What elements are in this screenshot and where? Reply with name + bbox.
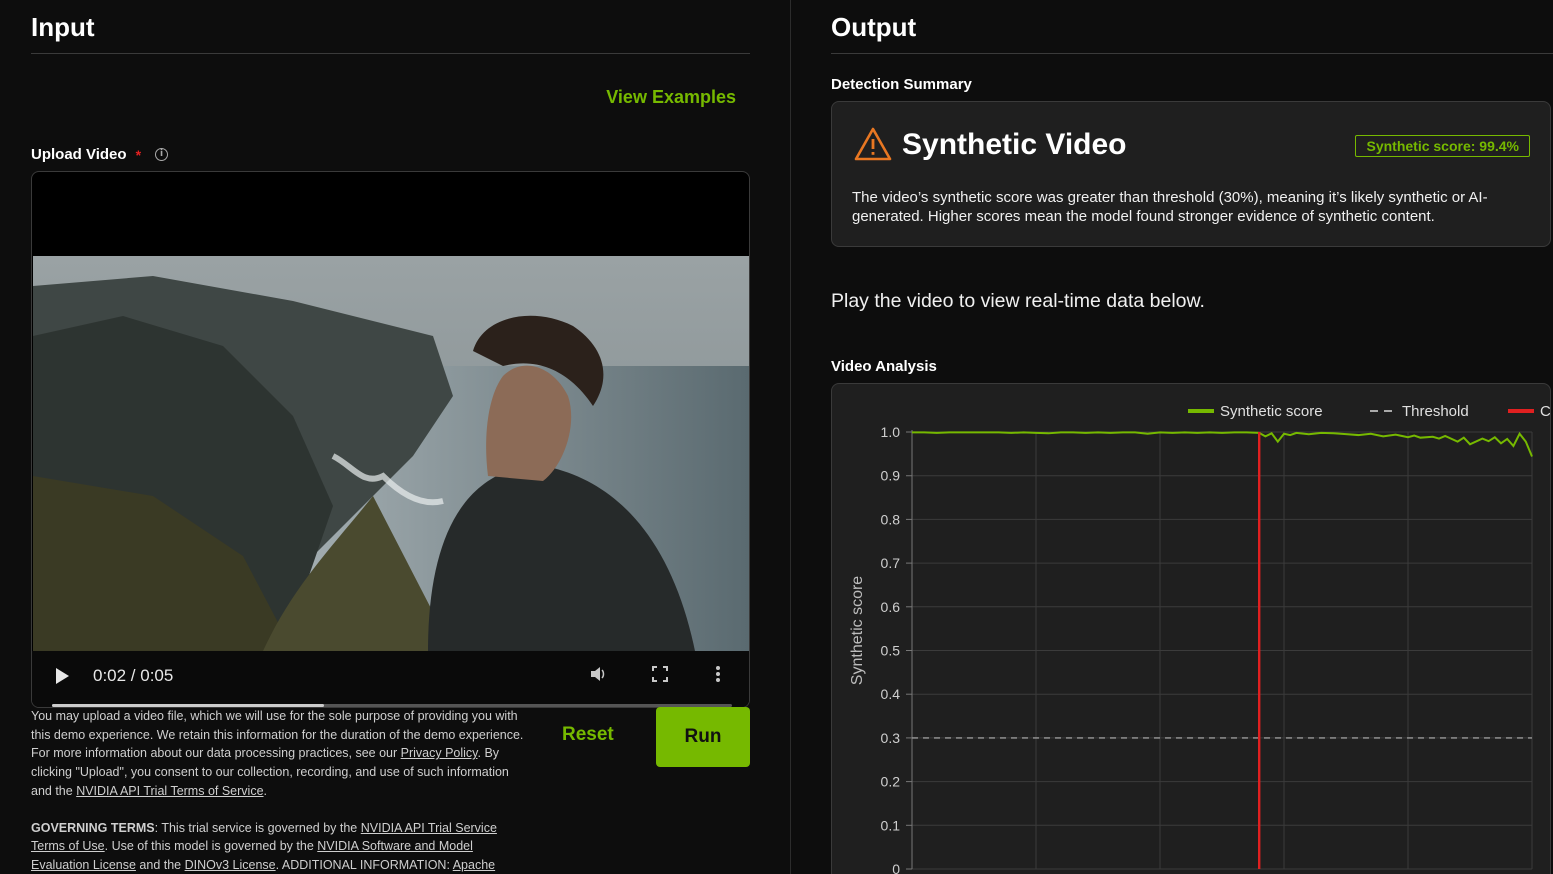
y-tick-label: 0.3 [881, 730, 901, 746]
required-mark: * [135, 146, 142, 163]
disclaimer-text: . ADDITIONAL INFORMATION: [275, 857, 453, 872]
y-tick-label: 0 [892, 861, 900, 874]
apache-link[interactable]: Apache [453, 858, 495, 872]
trial-terms-of-service-link[interactable]: NVIDIA API Trial Terms of Service [76, 784, 263, 798]
reset-button[interactable]: Reset [562, 724, 614, 746]
y-tick-label: 1.0 [881, 424, 901, 440]
upload-video-label-text: Upload Video [31, 146, 127, 163]
video-time: 0:02 / 0:05 [93, 666, 174, 685]
video-player[interactable]: 0:02 / 0:05 [31, 171, 750, 708]
y-tick-label: 0.5 [881, 643, 901, 659]
disclaimer: You may upload a video file, which we wi… [31, 707, 531, 874]
video-frame[interactable] [33, 256, 749, 651]
disclaimer-paragraph-1: You may upload a video file, which we wi… [31, 707, 531, 801]
view-examples-button[interactable]: View Examples [606, 87, 736, 108]
video-controls: 0:02 / 0:05 [32, 651, 749, 707]
volume-icon[interactable] [589, 665, 609, 688]
disclaimer-text: : This trial service is governed by the [154, 820, 361, 835]
panel-divider [790, 0, 791, 874]
synthetic-score-line [912, 431, 1533, 457]
governing-terms-label: GOVERNING TERMS [31, 820, 155, 835]
disclaimer-paragraph-2: GOVERNING TERMS: This trial service is g… [31, 819, 531, 874]
disclaimer-text: and the [135, 857, 185, 872]
y-tick-label: 0.8 [881, 511, 901, 527]
detection-summary-card: Synthetic Video Synthetic score: 99.4% T… [831, 101, 1551, 247]
y-axis-label: Synthetic score [849, 576, 866, 685]
video-analysis-label: Video Analysis [831, 358, 937, 375]
video-analysis-chart: 1.0 0.9 0.8 0.7 0.6 0.5 0.4 0.3 0.2 0.1 0 Synthetic… [849, 403, 1551, 874]
output-title-rule [831, 53, 1553, 54]
dinov3-license-link[interactable]: DINOv3 License [185, 858, 276, 872]
app-root: Input View Examples Upload Video * i 0:0… [0, 0, 1553, 874]
play-icon[interactable] [56, 668, 69, 684]
disclaimer-text: . [263, 783, 268, 798]
synthetic-score-badge: Synthetic score: 99.4% [1355, 135, 1530, 157]
legend-label: Current Time [1540, 403, 1551, 420]
info-icon[interactable]: i [155, 148, 169, 161]
fullscreen-icon[interactable] [651, 665, 669, 688]
detection-summary-label: Detection Summary [831, 76, 972, 93]
legend-label: Synthetic score [1220, 403, 1323, 420]
y-tick-label: 0.7 [881, 555, 901, 571]
y-tick-label: 0.1 [881, 817, 901, 833]
result-title: Synthetic Video [902, 128, 1127, 161]
input-panel: Input View Examples Upload Video * i 0:0… [31, 0, 750, 874]
y-tick-label: 0.4 [881, 686, 901, 702]
warning-triangle-icon [854, 127, 892, 161]
video-analysis-chart-card: 1.0 0.9 0.8 0.7 0.6 0.5 0.4 0.3 0.2 0.1 0 Synthetic… [831, 383, 1551, 874]
legend-label: Threshold [1402, 403, 1469, 420]
y-tick-label: 0.2 [881, 774, 901, 790]
video-frame-image [33, 256, 749, 651]
result-description: The video’s synthetic score was greater … [852, 189, 1488, 225]
output-title: Output [831, 12, 917, 42]
disclaimer-text: . Use of this model is governed by the [104, 839, 318, 854]
y-tick-label: 0.9 [881, 468, 901, 484]
play-video-message: Play the video to view real-time data be… [831, 290, 1205, 312]
upload-video-label: Upload Video * i [31, 146, 169, 163]
more-vertical-icon[interactable] [715, 665, 721, 688]
output-panel: Output Detection Summary Synthetic Video… [831, 0, 1553, 874]
input-title: Input [31, 12, 95, 42]
privacy-policy-link[interactable]: Privacy Policy [401, 746, 478, 760]
input-title-rule [31, 53, 750, 54]
run-button[interactable]: Run [656, 707, 750, 767]
y-tick-label: 0.6 [881, 599, 901, 615]
